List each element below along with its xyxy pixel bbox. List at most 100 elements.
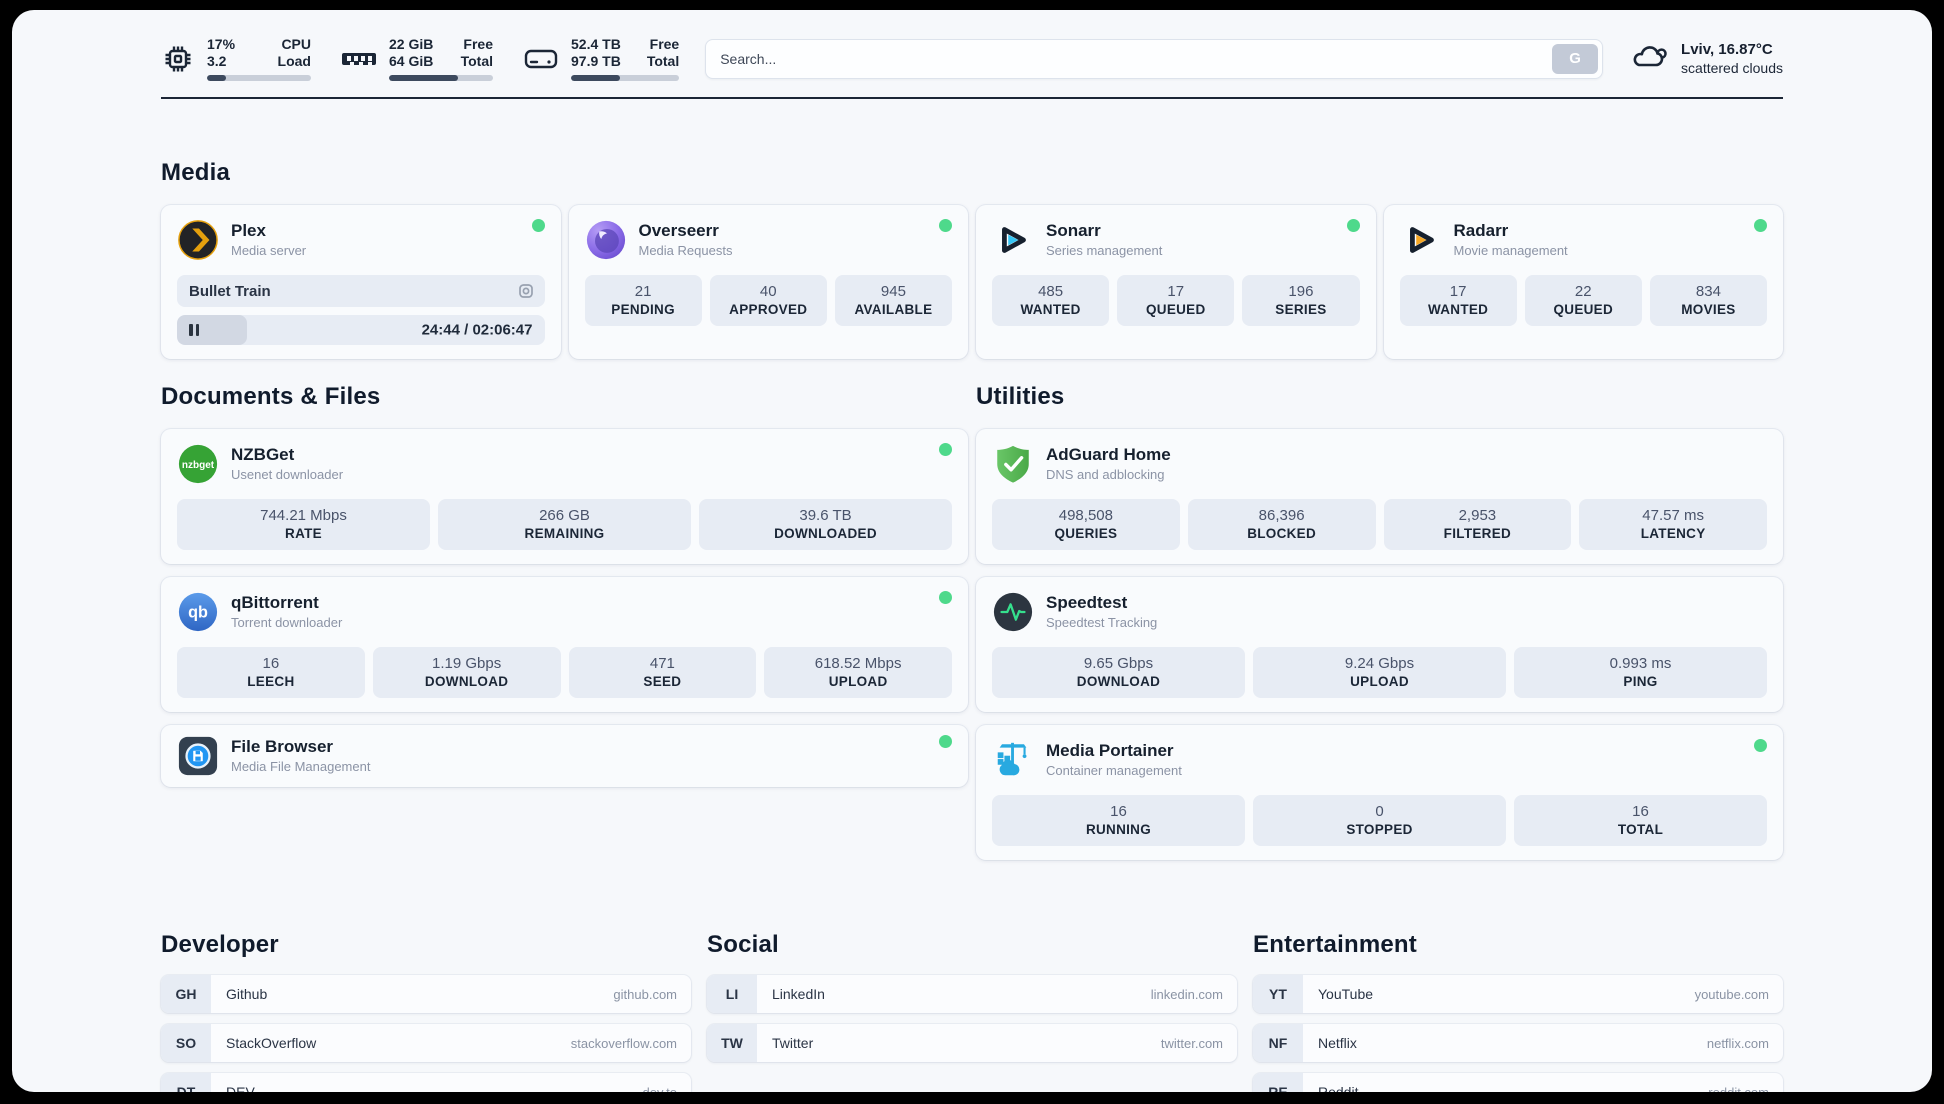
app-subtitle: Container management — [1046, 763, 1182, 778]
system-stats: 17% 3.2 CPU Load 22 GiB 64 GiB Free Tota… — [161, 36, 680, 81]
sonarr-icon — [992, 219, 1034, 261]
disk-total-label: Total — [646, 53, 680, 69]
nzbget-icon: nzbget — [177, 443, 219, 485]
app-card-speedtest[interactable]: Speedtest Speedtest Tracking 9.65 Gbps D… — [976, 577, 1783, 712]
top-bar: 17% 3.2 CPU Load 22 GiB 64 GiB Free Tota… — [161, 10, 1783, 81]
search-bar: G — [705, 38, 1604, 79]
app-subtitle: Media Requests — [638, 243, 733, 258]
pause-button[interactable] — [189, 324, 199, 336]
app-card-overseerr[interactable]: Overseerr Media Requests 21 PENDING 40 A… — [568, 205, 968, 359]
section-heading-utilities: Utilities — [976, 383, 1065, 410]
now-playing-bar: Bullet Train — [177, 275, 545, 307]
ram-progress-bar — [389, 75, 493, 81]
adguard-icon — [992, 443, 1034, 485]
link-stackoverflow[interactable]: SO StackOverflow stackoverflow.com — [161, 1024, 691, 1062]
disk-free-label: Free — [649, 36, 680, 52]
speedtest-icon — [992, 591, 1034, 633]
link-dev[interactable]: DT DEV dev.to — [161, 1073, 691, 1092]
link-github[interactable]: GH Github github.com — [161, 975, 691, 1013]
screenshot-frame: 17% 3.2 CPU Load 22 GiB 64 GiB Free Tota… — [0, 0, 1944, 1104]
section-media: Media Plex Media server Bullet Train 24:… — [161, 159, 1783, 359]
disk-total-value: 97.9 TB — [571, 53, 621, 69]
stat-series: 196 SERIES — [1242, 275, 1360, 326]
link-badge: LI — [707, 975, 757, 1013]
app-title: NZBGet — [231, 445, 295, 464]
stat-upload: 618.52 Mbps UPLOAD — [764, 647, 952, 698]
link-badge: RE — [1253, 1073, 1303, 1092]
link-badge: DT — [161, 1073, 211, 1092]
section-entertainment: Entertainment YT YouTube youtube.com NF … — [1253, 931, 1783, 1092]
portainer-icon — [992, 739, 1034, 781]
weather-condition: scattered clouds — [1681, 60, 1783, 76]
status-dot — [1754, 219, 1767, 232]
stat-pending: 21 PENDING — [584, 275, 702, 326]
camera-icon — [517, 282, 535, 300]
app-card-portainer[interactable]: Media Portainer Container management 16 … — [976, 725, 1783, 860]
app-card-sonarr[interactable]: Sonarr Series management 485 WANTED 17 Q… — [976, 205, 1376, 359]
section-social: Social LI LinkedIn linkedin.com TW Twitt… — [707, 931, 1237, 1092]
stat-available: 945 AVAILABLE — [834, 275, 953, 326]
stat-approved: 40 APPROVED — [709, 275, 827, 326]
stat-total: 16 TOTAL — [1514, 795, 1767, 846]
link-netflix[interactable]: NF Netflix netflix.com — [1253, 1024, 1783, 1062]
app-card-filebrowser[interactable]: File Browser Media File Management — [161, 725, 968, 787]
stat-rate: 744.21 Mbps RATE — [177, 499, 430, 550]
section-utilities: Utilities AdGuard Home DNS and adblockin… — [976, 383, 1783, 873]
stat-remaining: 266 GB REMAINING — [438, 499, 691, 550]
section-documents: Documents & Files nzbget NZBGet Usenet d… — [161, 383, 968, 873]
section-developer: Developer GH Github github.com SO StackO… — [161, 931, 691, 1092]
link-twitter[interactable]: TW Twitter twitter.com — [707, 1024, 1237, 1062]
ram-icon — [341, 42, 377, 76]
google-search-button[interactable]: G — [1552, 43, 1599, 74]
app-title: Speedtest — [1046, 593, 1128, 612]
disk-icon — [523, 42, 559, 76]
stat-queued: 22 QUEUED — [1524, 275, 1642, 326]
app-subtitle: Series management — [1046, 243, 1163, 258]
stat-queries: 498,508 QUERIES — [992, 499, 1180, 550]
search-input[interactable] — [720, 50, 1553, 67]
weather-widget: Lviv, 16.87°C scattered clouds — [1629, 39, 1783, 78]
app-subtitle: Movie management — [1453, 243, 1568, 258]
weather-location-temp: Lviv, 16.87°C — [1681, 41, 1773, 58]
link-linkedin[interactable]: LI LinkedIn linkedin.com — [707, 975, 1237, 1013]
stat-blocked: 86,396 BLOCKED — [1187, 499, 1376, 550]
app-card-radarr[interactable]: Radarr Movie management 17 WANTED 22 QUE… — [1383, 205, 1783, 359]
cpu-load-value: 3.2 — [207, 53, 227, 69]
app-title: Radarr — [1453, 221, 1509, 240]
stat-leech: 16 LEECH — [177, 647, 365, 698]
link-badge: NF — [1253, 1024, 1303, 1062]
stat-queued: 17 QUEUED — [1117, 275, 1235, 326]
plex-icon — [177, 219, 219, 261]
stat-download: 9.65 Gbps DOWNLOAD — [992, 647, 1245, 698]
radarr-icon — [1400, 219, 1442, 261]
ram-free-label: Free — [463, 36, 493, 52]
stat-filtered: 2,953 FILTERED — [1383, 499, 1572, 550]
app-card-plex[interactable]: Plex Media server Bullet Train 24:44 / 0… — [161, 205, 561, 359]
link-badge: TW — [707, 1024, 757, 1062]
ram-stat: 22 GiB 64 GiB Free Total — [341, 36, 493, 81]
svg-text:nzbget: nzbget — [182, 460, 215, 471]
app-card-adguard[interactable]: AdGuard Home DNS and adblocking 498,508 … — [976, 429, 1783, 564]
svg-text:qb: qb — [188, 604, 208, 622]
app-title: Sonarr — [1046, 221, 1101, 240]
cpu-icon — [161, 42, 195, 76]
app-card-qbittorrent[interactable]: qb qBittorrent Torrent downloader 16 LEE… — [161, 577, 968, 712]
header-divider — [161, 97, 1783, 99]
playback-time: 24:44 / 02:06:47 — [421, 321, 533, 339]
ram-free-value: 22 GiB — [389, 36, 434, 52]
app-card-nzbget[interactable]: nzbget NZBGet Usenet downloader 744.21 M… — [161, 429, 968, 564]
section-heading-entertainment: Entertainment — [1253, 931, 1417, 958]
status-dot — [1346, 219, 1360, 232]
link-badge: SO — [161, 1024, 211, 1062]
link-youtube[interactable]: YT YouTube youtube.com — [1253, 975, 1783, 1013]
link-reddit[interactable]: RE Reddit reddit.com — [1253, 1073, 1783, 1092]
section-heading-social: Social — [707, 931, 779, 958]
now-playing-title: Bullet Train — [189, 282, 271, 300]
stat-seed: 471 SEED — [568, 647, 757, 698]
stat-downloaded: 39.6 TB DOWNLOADED — [699, 499, 952, 550]
status-dot — [939, 735, 952, 748]
playback-progress-bar[interactable]: 24:44 / 02:06:47 — [177, 315, 545, 345]
stat-stopped: 0 STOPPED — [1253, 795, 1506, 846]
stat-upload: 9.24 Gbps UPLOAD — [1253, 647, 1506, 698]
ram-total-label: Total — [460, 53, 493, 69]
